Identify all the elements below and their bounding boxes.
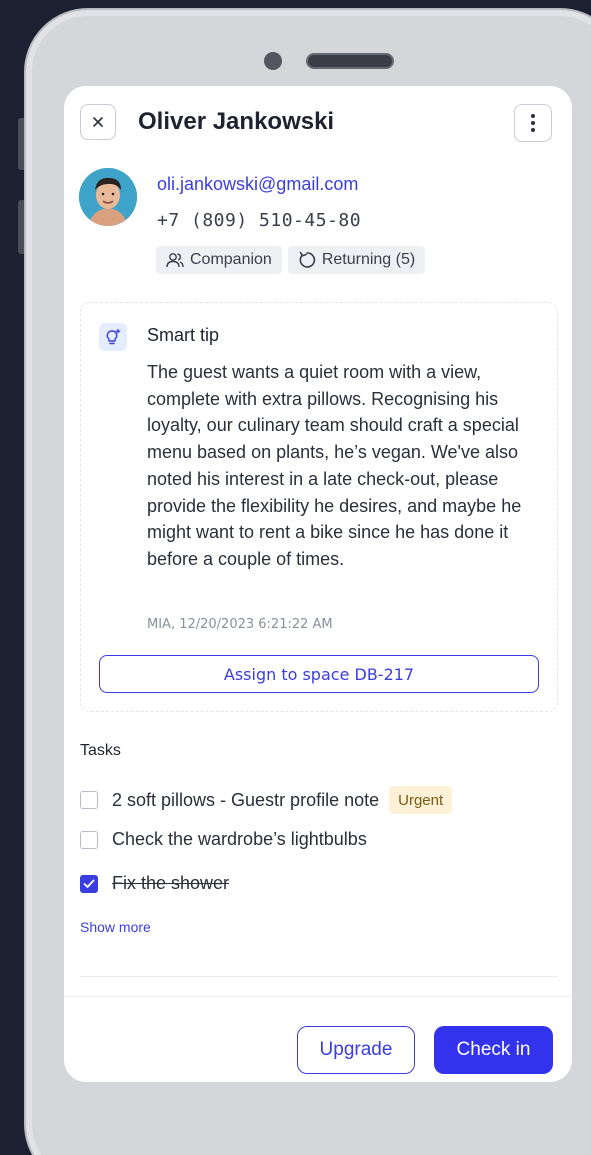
guest-photo [79, 168, 137, 226]
task-item: 2 soft pillows - Guestr profile note Urg… [80, 786, 453, 814]
app-screen: Oliver Jankowski oli.jankowski@gmail.com… [64, 86, 572, 1082]
guest-panel: Oliver Jankowski oli.jankowski@gmail.com… [64, 86, 572, 1082]
task-checkbox[interactable] [80, 830, 98, 849]
check-in-button[interactable]: Check in [434, 1026, 553, 1074]
task-label: 2 soft pillows - Guestr profile note [112, 789, 380, 810]
avatar [79, 168, 137, 226]
task-checkbox-checked[interactable] [80, 874, 98, 893]
smart-tip-title: Smart tip [147, 325, 220, 345]
task-label-completed: Fix the shower [112, 873, 230, 893]
footer-divider [64, 996, 572, 997]
task-checkbox[interactable] [80, 791, 98, 809]
close-button[interactable] [80, 104, 116, 140]
task-item: Fix the shower [80, 873, 229, 894]
tag-companion: Companion [156, 246, 282, 274]
urgent-badge: Urgent [389, 786, 453, 814]
stage: Oliver Jankowski oli.jankowski@gmail.com… [0, 0, 591, 1155]
page-title: Oliver Jankowski [138, 108, 335, 135]
task-item: Check the wardrobe’s lightbulbs [80, 829, 367, 850]
guest-phone: +7 (809) 510-45-80 [157, 210, 362, 231]
assign-space-button[interactable]: Assign to space DB-217 [99, 655, 539, 693]
show-more-link[interactable]: Show more [80, 919, 151, 935]
lightbulb-sparkle-icon [99, 323, 127, 351]
more-options-button[interactable] [514, 104, 552, 142]
upgrade-button[interactable]: Upgrade [297, 1026, 415, 1074]
returning-icon [299, 251, 315, 268]
camera-dot [264, 52, 282, 70]
task-label: Check the wardrobe’s lightbulbs [112, 829, 367, 849]
smart-tip-text: The guest wants a quiet room with a view… [147, 362, 522, 569]
tag-label: Companion [190, 251, 272, 268]
close-icon [93, 117, 103, 127]
smart-tip-card: Smart tip The guest wants a quiet room w… [80, 302, 558, 712]
speaker-grille [306, 53, 394, 69]
tag-label: Returning (5) [321, 251, 416, 268]
user-group-icon [166, 253, 184, 268]
kebab-menu-icon [531, 114, 535, 132]
tasks-heading: Tasks [80, 742, 121, 759]
smart-tip-timestamp: MIA, 12/20/2023 6:21:22 AM [147, 617, 333, 632]
divider [80, 976, 558, 977]
tag-returning: Returning (5) [287, 246, 426, 274]
checkmark-icon [83, 879, 95, 888]
guest-tags: Companion Returning (5) [156, 246, 426, 274]
guest-email-link[interactable]: oli.jankowski@gmail.com [157, 174, 358, 195]
